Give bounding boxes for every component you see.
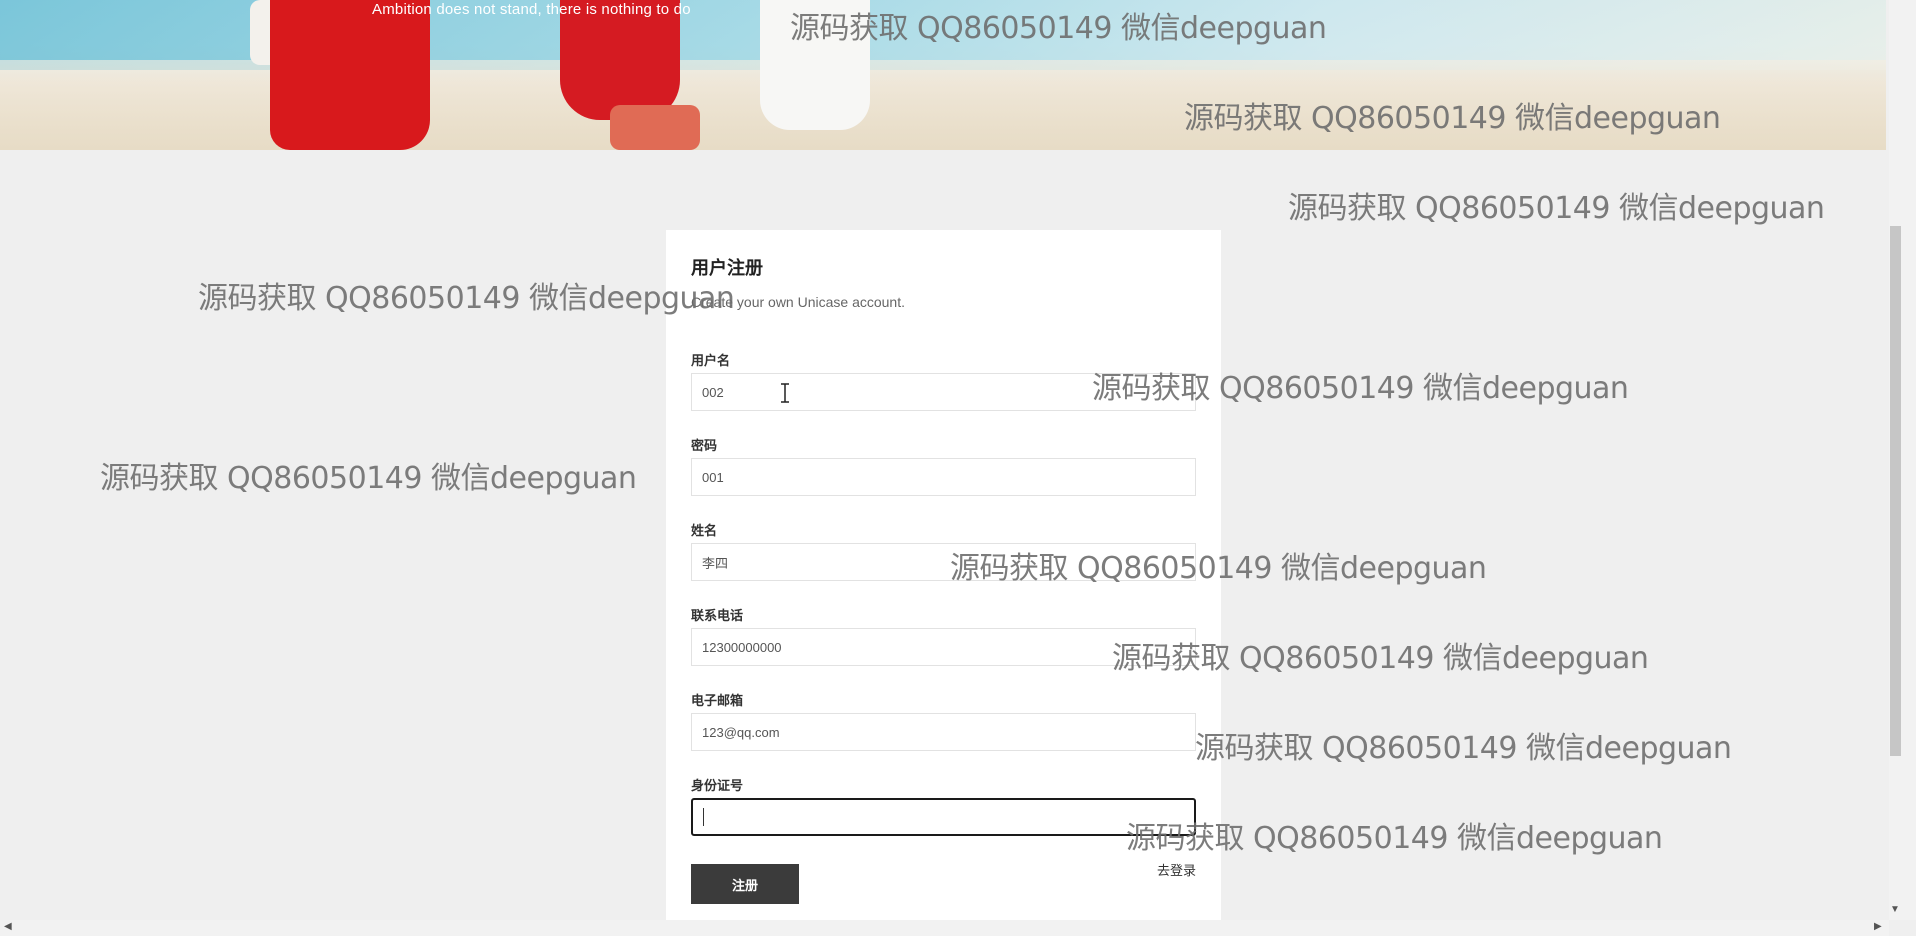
- watermark: 源码获取 QQ86050149 微信deepguan: [1195, 731, 1732, 766]
- horizontal-scrollbar[interactable]: [0, 920, 1889, 936]
- hero-figure-child: [560, 0, 680, 120]
- password-value: 001: [702, 469, 724, 485]
- name-value: 李四: [702, 555, 729, 571]
- text-cursor-icon: [781, 383, 789, 403]
- id-number-input[interactable]: [691, 798, 1196, 836]
- login-link[interactable]: 去登录: [1157, 860, 1196, 879]
- password-label: 密码: [691, 438, 718, 453]
- email-input[interactable]: 123@qq.com: [691, 713, 1196, 751]
- form-title: 用户注册: [691, 258, 763, 278]
- watermark: 源码获取 QQ86050149 微信deepguan: [100, 461, 637, 496]
- register-button[interactable]: 注册: [691, 864, 799, 904]
- scroll-left-arrow-icon[interactable]: ◀: [4, 921, 12, 932]
- id-number-label: 身份证号: [691, 778, 744, 793]
- hero-figure-child-legs: [610, 105, 700, 150]
- phone-input[interactable]: 12300000000: [691, 628, 1196, 666]
- email-value: 123@qq.com: [702, 724, 780, 740]
- watermark: 源码获取 QQ86050149 微信deepguan: [1288, 191, 1825, 226]
- name-input[interactable]: 李四: [691, 543, 1196, 581]
- username-label: 用户名: [691, 353, 731, 368]
- email-label: 电子邮箱: [691, 693, 744, 708]
- name-label: 姓名: [691, 523, 718, 538]
- username-value: 002: [702, 384, 724, 400]
- hero-figure-man: [760, 0, 870, 130]
- password-input[interactable]: 001: [691, 458, 1196, 496]
- register-card: 用户注册 Create your own Unicase account. 用户…: [666, 230, 1221, 920]
- username-input[interactable]: 002: [691, 373, 1196, 411]
- phone-value: 12300000000: [702, 639, 782, 655]
- watermark: 源码获取 QQ86050149 微信deepguan: [198, 281, 735, 316]
- scroll-right-arrow-icon[interactable]: ▶: [1874, 921, 1882, 932]
- scroll-down-arrow-icon[interactable]: ▼: [1890, 904, 1900, 915]
- text-caret: [703, 808, 704, 826]
- hero-banner: Ambition does not stand, there is nothin…: [0, 0, 1886, 150]
- hero-figure-woman: [270, 0, 430, 150]
- phone-label: 联系电话: [691, 608, 744, 623]
- hero-tagline: Ambition does not stand, there is nothin…: [372, 1, 691, 18]
- form-subtitle: Create your own Unicase account.: [691, 294, 905, 310]
- vertical-scroll-thumb[interactable]: [1890, 226, 1901, 756]
